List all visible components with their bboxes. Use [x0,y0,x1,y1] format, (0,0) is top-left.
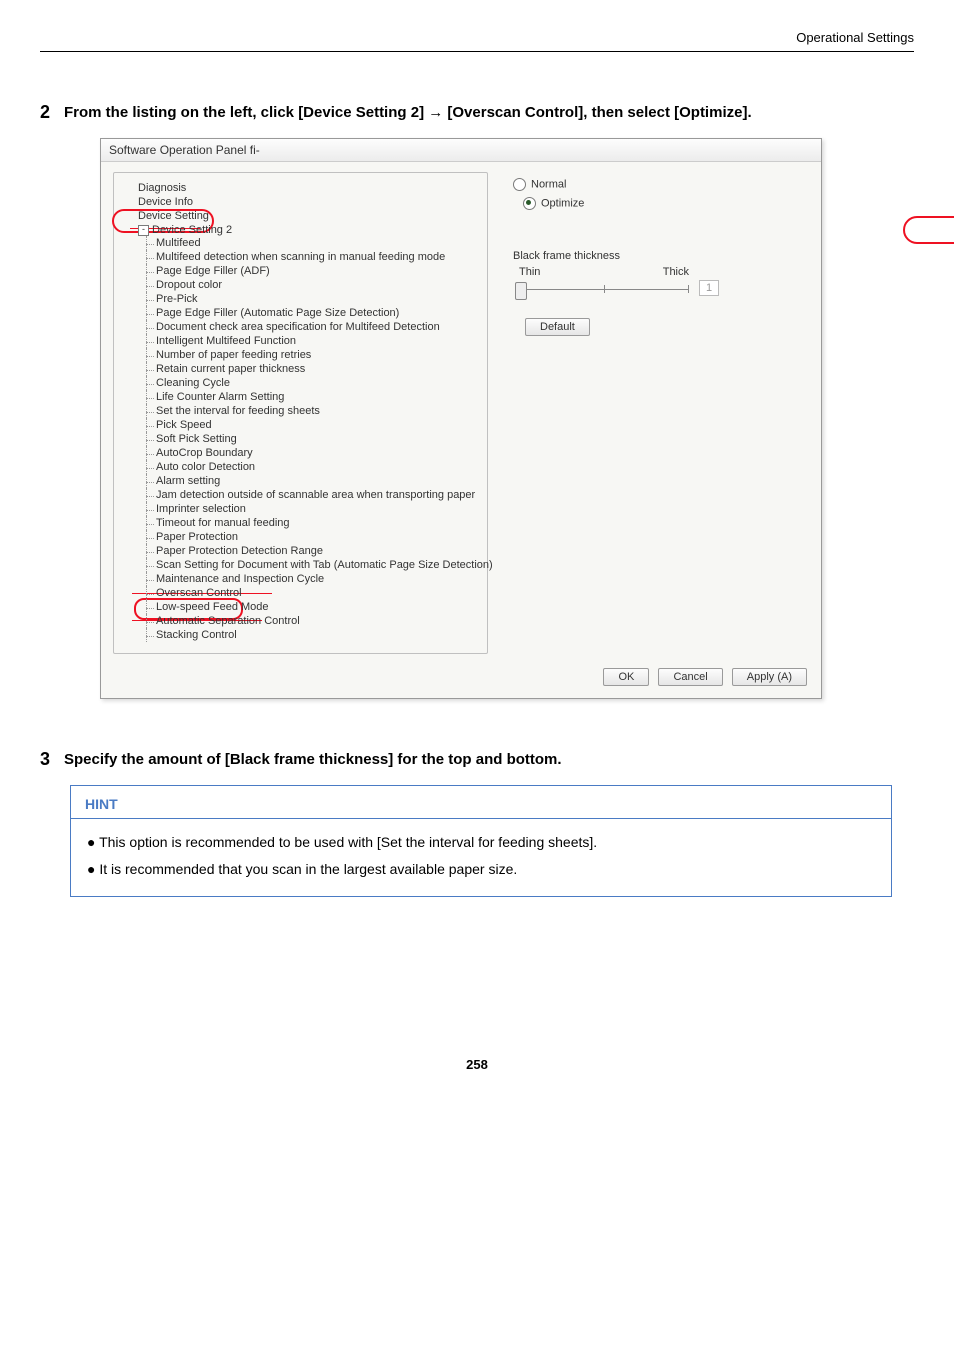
tree-item[interactable]: Auto color Detection [156,460,481,474]
tree-item[interactable]: AutoCrop Boundary [156,446,481,460]
slider-min-label: Thin [519,266,540,278]
tree-item-device-info[interactable]: Device Info [138,195,481,209]
cancel-button[interactable]: Cancel [658,668,722,686]
page-number: 258 [40,1057,914,1072]
tree-item[interactable]: Multifeed detection when scanning in man… [156,250,481,264]
hint-bullet: ● This option is recommended to be used … [87,829,875,856]
thickness-label: Black frame thickness [513,250,809,262]
hint-bullet: ● It is recommended that you scan in the… [87,856,875,883]
tree-item-overscan-control[interactable]: Overscan Control [156,586,481,600]
tree-item[interactable]: Cleaning Cycle [156,376,481,390]
tree-item[interactable]: Dropout color [156,278,481,292]
tree-item[interactable]: Timeout for manual feeding [156,516,481,530]
tree-item[interactable]: Set the interval for feeding sheets [156,404,481,418]
radio-icon [523,197,536,210]
tree-item[interactable]: Imprinter selection [156,502,481,516]
tree-item[interactable]: Retain current paper thickness [156,362,481,376]
hint-title: HINT [71,786,891,819]
radio-label: Normal [531,178,566,190]
tree-item-diagnosis[interactable]: Diagnosis [138,181,481,195]
step-2-text: From the listing on the left, click [Dev… [64,102,752,123]
radio-optimize[interactable]: Optimize [523,197,809,210]
tree-item[interactable]: Low-speed Feed Mode [156,600,481,614]
dialog-title-bar: Software Operation Panel fi- [101,139,821,162]
dialog-window: Software Operation Panel fi- Diagnosis D… [100,138,822,699]
tree-item[interactable]: Paper Protection [156,530,481,544]
tree-item[interactable]: Maintenance and Inspection Cycle [156,572,481,586]
tree-item[interactable]: Page Edge Filler (Automatic Page Size De… [156,306,481,320]
thickness-slider[interactable] [519,280,689,300]
tree-label: Device Setting 2 [152,224,232,236]
step-2-number: 2 [40,102,64,123]
default-button[interactable]: Default [525,318,590,336]
tree-item-device-setting-2[interactable]: -Device Setting 2 Multifeed Multifeed de… [138,223,481,643]
thickness-value: 1 [699,280,719,296]
hint-box: HINT ● This option is recommended to be … [70,785,892,897]
tree-item[interactable]: Jam detection outside of scannable area … [156,488,481,502]
tree-item[interactable]: Life Counter Alarm Setting [156,390,481,404]
header-section: Operational Settings [40,30,914,52]
radio-label: Optimize [541,197,584,209]
tree-item-device-setting[interactable]: Device Setting [138,209,481,223]
tree-item[interactable]: Intelligent Multifeed Function [156,334,481,348]
step-3-text: Specify the amount of [Black frame thick… [64,749,562,770]
tree-item[interactable]: Stacking Control [156,628,481,642]
radio-normal[interactable]: Normal [513,178,809,191]
step-3-number: 3 [40,749,64,770]
apply-button[interactable]: Apply (A) [732,668,807,686]
tree-collapse-icon[interactable]: - [138,225,149,236]
tree-item[interactable]: Number of paper feeding retries [156,348,481,362]
slider-max-label: Thick [663,266,689,278]
tree-item[interactable]: Pre-Pick [156,292,481,306]
tree-item[interactable]: Multifeed [156,236,481,250]
tree-item[interactable]: Paper Protection Detection Range [156,544,481,558]
settings-tree: Diagnosis Device Info Device Setting -De… [113,172,488,654]
highlight-ring-optimize [903,216,954,244]
tree-item[interactable]: Scan Setting for Document with Tab (Auto… [156,558,481,572]
tree-item[interactable]: Automatic Separation Control [156,614,481,628]
tree-item[interactable]: Alarm setting [156,474,481,488]
tree-item[interactable]: Document check area specification for Mu… [156,320,481,334]
tree-item[interactable]: Soft Pick Setting [156,432,481,446]
ok-button[interactable]: OK [603,668,649,686]
slider-thumb-icon[interactable] [515,282,527,300]
radio-icon [513,178,526,191]
tree-item[interactable]: Page Edge Filler (ADF) [156,264,481,278]
tree-item[interactable]: Pick Speed [156,418,481,432]
